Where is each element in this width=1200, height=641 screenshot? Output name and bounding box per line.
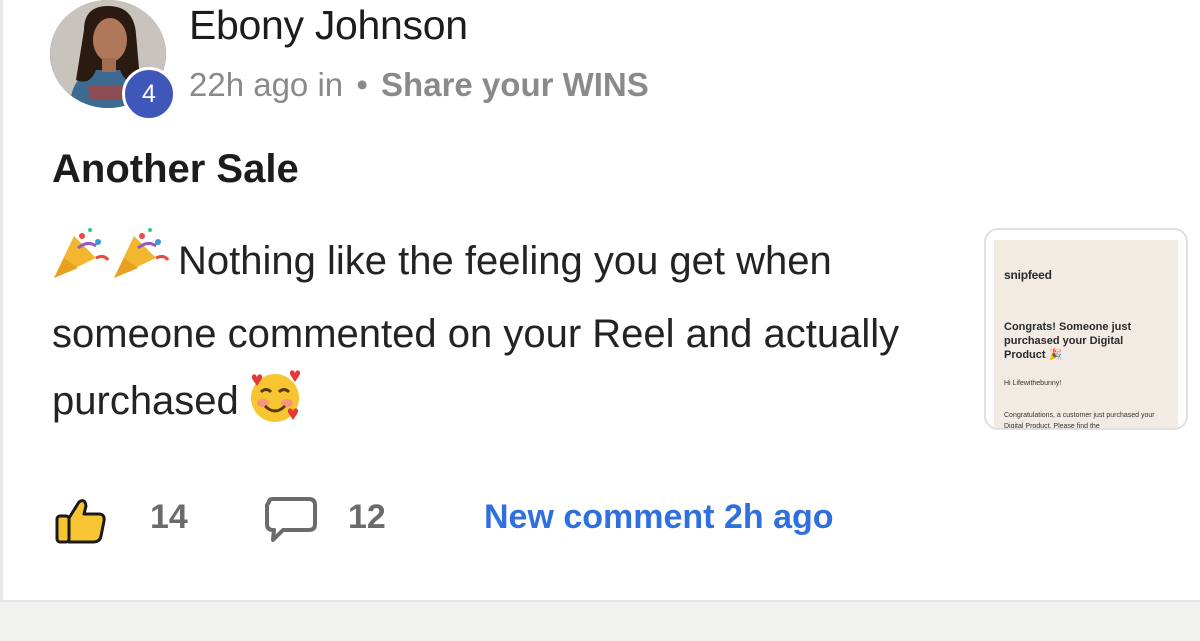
post-time: 22h ago in	[189, 66, 344, 103]
post-meta: 22h ago in • Share your WINS	[189, 66, 649, 104]
smiling-face-with-hearts-icon	[247, 370, 303, 445]
post-body[interactable]: Nothing like the feeling you get when so…	[52, 228, 952, 445]
attachment-greeting: Hi Lifewithebunny!	[1004, 380, 1062, 387]
like-thumb-icon[interactable]	[55, 496, 107, 549]
attachment-brand: snipfeed	[1004, 268, 1052, 282]
new-comment-link[interactable]: New comment 2h ago	[484, 498, 834, 537]
post-actions: 14 12 New comment 2h ago	[3, 488, 1200, 548]
post-title[interactable]: Another Sale	[52, 147, 299, 192]
author-name[interactable]: Ebony Johnson	[189, 2, 468, 49]
space-link[interactable]: Share your WINS	[381, 66, 649, 103]
party-popper-icon	[52, 228, 172, 301]
level-badge: 4	[122, 67, 176, 121]
attachment-heading: Congrats! Someone just purchased your Di…	[1004, 321, 1132, 361]
like-count: 14	[150, 498, 188, 536]
attachment-text: Congratulations, a customer just purchas…	[1004, 412, 1155, 430]
comment-bubble-icon[interactable]	[263, 496, 319, 549]
post-body-text: Nothing like the feeling you get when so…	[52, 239, 900, 423]
attachment-thumbnail[interactable]: snipfeed Congrats! Someone just purchase…	[984, 228, 1188, 430]
meta-separator: •	[356, 66, 368, 103]
attachment-preview: snipfeed Congrats! Someone just purchase…	[994, 240, 1178, 428]
comment-count: 12	[348, 498, 386, 536]
post-card: 4 Ebony Johnson 22h ago in • Share your …	[0, 0, 1200, 602]
